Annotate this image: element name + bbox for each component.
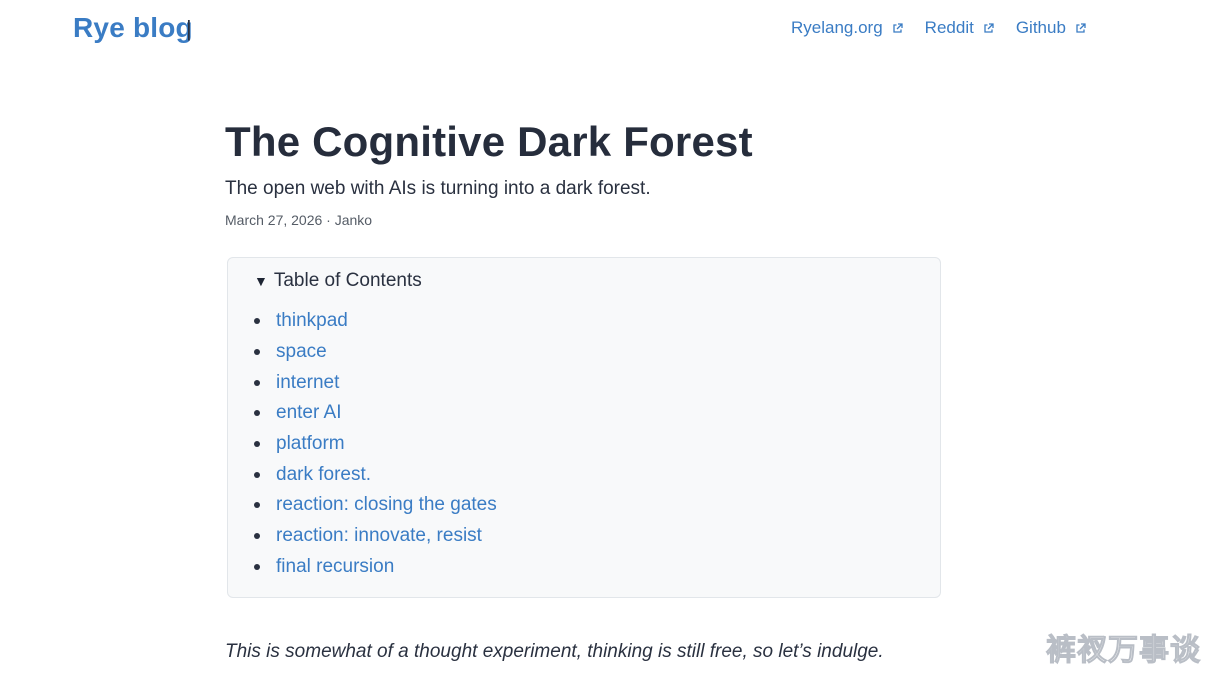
post-title: The Cognitive Dark Forest bbox=[225, 118, 753, 165]
list-item: thinkpad bbox=[254, 306, 497, 337]
bullet-icon bbox=[254, 502, 260, 509]
bullet-icon bbox=[254, 533, 260, 540]
table-of-contents: ▼ Table of Contents thinkpad space inter… bbox=[227, 257, 941, 598]
external-link-icon bbox=[1075, 22, 1086, 34]
title-separator: | bbox=[186, 16, 192, 41]
article-header: The Cognitive Dark Forest The open web w… bbox=[225, 116, 945, 229]
toc-summary-label: Table of Contents bbox=[273, 270, 422, 291]
toc-link[interactable]: dark forest. bbox=[276, 464, 371, 486]
toc-summary-toggle[interactable]: ▼ Table of Contents bbox=[254, 270, 422, 292]
site-title-link[interactable]: Rye blog bbox=[73, 12, 193, 44]
caret-down-icon: ▼ bbox=[254, 273, 268, 289]
bullet-icon bbox=[254, 318, 260, 325]
watermark: 裤衩万事谈 bbox=[1046, 633, 1201, 669]
nav-link-label: Reddit bbox=[924, 18, 974, 37]
list-item: enter AI bbox=[254, 398, 497, 429]
post-meta: March 27, 2026 · Janko bbox=[225, 212, 373, 228]
nav-link-label: Ryelang.org bbox=[791, 18, 883, 37]
list-item: internet bbox=[254, 367, 497, 398]
toc-link[interactable]: space bbox=[276, 341, 327, 363]
list-item: dark forest. bbox=[254, 459, 497, 490]
toc-link[interactable]: final recursion bbox=[276, 556, 394, 578]
external-link-icon bbox=[892, 22, 903, 34]
post-subtitle: The open web with AIs is turning into a … bbox=[225, 178, 651, 199]
list-item: platform bbox=[254, 429, 497, 460]
bullet-icon bbox=[254, 349, 260, 356]
page: Rye blog | Ryelang.org Reddit Github The… bbox=[0, 0, 1219, 687]
toc-list: thinkpad space internet enter AI platfor… bbox=[254, 306, 497, 582]
list-item: space bbox=[254, 337, 497, 368]
nav-link-label: Github bbox=[1015, 18, 1066, 37]
bullet-icon bbox=[254, 410, 260, 417]
nav-link-ryelang[interactable]: Ryelang.org bbox=[791, 18, 903, 38]
toc-link[interactable]: thinkpad bbox=[276, 310, 348, 332]
list-item: reaction: innovate, resist bbox=[254, 521, 497, 552]
bullet-icon bbox=[254, 471, 260, 478]
list-item: reaction: closing the gates bbox=[254, 490, 497, 521]
top-nav: Ryelang.org Reddit Github bbox=[791, 18, 1108, 38]
intro-paragraph: This is somewhat of a thought experiment… bbox=[225, 641, 884, 662]
nav-link-reddit[interactable]: Reddit bbox=[925, 18, 994, 38]
bullet-icon bbox=[254, 441, 260, 448]
toc-link[interactable]: internet bbox=[276, 372, 339, 394]
toc-link[interactable]: reaction: closing the gates bbox=[276, 494, 497, 516]
bullet-icon bbox=[254, 563, 260, 570]
toc-link[interactable]: reaction: innovate, resist bbox=[276, 525, 482, 547]
toc-link[interactable]: enter AI bbox=[276, 402, 342, 424]
list-item: final recursion bbox=[254, 552, 497, 583]
external-link-icon bbox=[983, 22, 994, 34]
bullet-icon bbox=[254, 379, 260, 386]
nav-link-github[interactable]: Github bbox=[1016, 18, 1086, 38]
toc-link[interactable]: platform bbox=[276, 433, 345, 455]
